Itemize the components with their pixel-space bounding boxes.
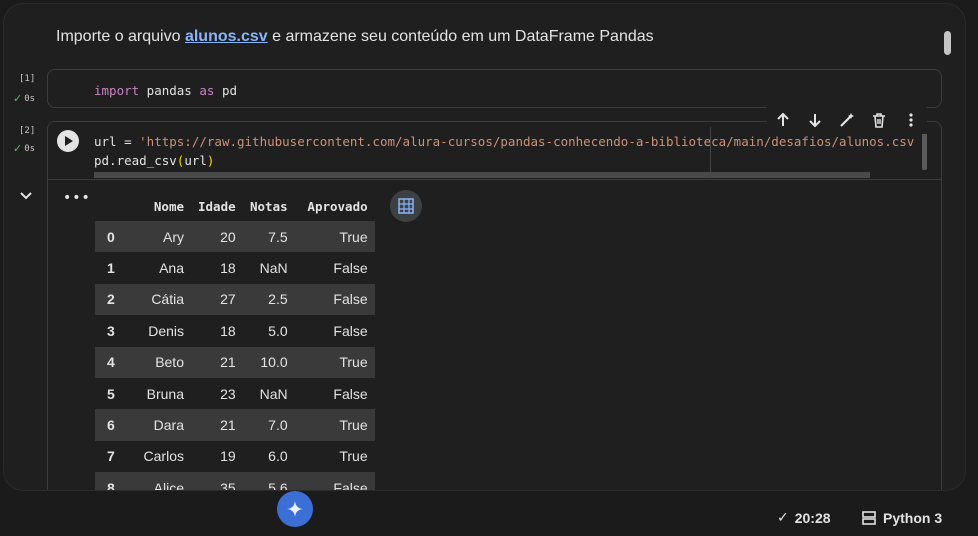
table-cell: 2.5 — [242, 283, 295, 316]
column-header — [95, 191, 131, 221]
table-row: 6 Dara 21 7.0 True — [95, 409, 375, 441]
server-icon — [862, 511, 876, 525]
table-cell: 27 — [191, 283, 243, 316]
table-cell: 18 — [220, 260, 236, 277]
table-cell: 5.0 — [268, 322, 288, 339]
session-status[interactable]: ✓ 20:28 — [777, 510, 831, 526]
trash-icon[interactable] — [869, 110, 889, 130]
table-cell: Beto — [131, 346, 191, 378]
table-cell: Dara — [131, 409, 191, 441]
table-cell: Bruna — [146, 385, 184, 402]
arrow-down-icon[interactable] — [805, 110, 825, 130]
horizontal-scrollbar[interactable] — [94, 172, 870, 178]
table-cell: False — [333, 260, 368, 277]
sparkle-icon — [287, 501, 303, 517]
row-index: 7 — [107, 448, 115, 465]
execution-status: ✓ 0s — [13, 92, 36, 105]
notebook-panel: Importe o arquivo alunos.csv e armazene … — [3, 3, 966, 491]
row-index: 6 — [95, 409, 131, 441]
table-row: 8 Alice 35 5.6 False — [95, 472, 375, 490]
table-cell: Ana — [159, 260, 184, 277]
code-line: url = 'https://raw.githubusercontent.com… — [94, 134, 915, 149]
table-cell: 6.0 — [268, 448, 288, 465]
table-cell: True — [294, 346, 375, 378]
check-icon: ✓ — [777, 510, 789, 526]
table-cell: False — [294, 283, 375, 316]
table-row: 1 Ana 18 NaN False — [95, 252, 375, 283]
table-cell: Cátia — [131, 283, 191, 316]
ruler-line — [710, 127, 711, 177]
table-cell: 21 — [191, 409, 243, 441]
check-icon: ✓ — [13, 92, 23, 105]
table-cell: 5.6 — [242, 472, 295, 490]
row-index: 2 — [95, 283, 131, 316]
table-cell: True — [339, 448, 368, 465]
runtime-status[interactable]: Python 3 — [861, 510, 942, 526]
table-cell: 23 — [220, 385, 236, 402]
dataframe-table: Nome Idade Notas Aprovado 0 Ary 20 7.5 True 1… — [95, 191, 375, 490]
table-row: 5 Bruna 23 NaN False — [95, 378, 375, 409]
column-header: Notas — [250, 198, 288, 214]
markdown-cell-text: Importe o arquivo alunos.csv e armazene … — [56, 28, 654, 45]
column-header: Aprovado — [307, 198, 368, 214]
table-row: 3 Denis 18 5.0 False — [95, 315, 375, 346]
magic-pen-icon[interactable] — [837, 110, 857, 130]
table-cell: Ary — [131, 221, 191, 253]
gemini-button[interactable] — [277, 491, 313, 527]
table-icon — [398, 198, 414, 214]
table-cell: Denis — [148, 322, 184, 339]
row-index: 8 — [95, 472, 131, 490]
execution-status: ✓ 0s — [13, 142, 36, 155]
table-cell: 7.0 — [242, 409, 295, 441]
table-cell: False — [294, 472, 375, 490]
execution-count: [2] — [19, 126, 36, 136]
row-index: 1 — [107, 260, 115, 277]
table-cell: NaN — [259, 385, 288, 402]
table-cell: True — [294, 409, 375, 441]
status-bar — [0, 500, 978, 536]
table-cell: NaN — [259, 260, 288, 277]
table-row: 2 Cátia 27 2.5 False — [95, 283, 375, 316]
row-index: 4 — [95, 346, 131, 378]
table-cell: 19 — [220, 448, 236, 465]
csv-link[interactable]: alunos.csv — [185, 28, 268, 45]
row-index: 3 — [107, 322, 115, 339]
chevron-down-icon[interactable] — [20, 188, 32, 204]
code-line: pd.read_csv(url) — [94, 153, 215, 168]
execution-count: [1] — [19, 74, 36, 84]
table-cell: False — [333, 322, 368, 339]
row-index: 0 — [95, 221, 131, 253]
table-cell: 21 — [191, 346, 243, 378]
vertical-scrollbar[interactable] — [922, 130, 927, 170]
row-index: 5 — [107, 385, 115, 402]
table-row: 7 Carlos 19 6.0 True — [95, 441, 375, 472]
code-cell-1[interactable]: import pandas as pd — [47, 69, 942, 108]
arrow-up-icon[interactable] — [773, 110, 793, 130]
table-cell: Alice — [131, 472, 191, 490]
table-header-row: Nome Idade Notas Aprovado — [95, 191, 375, 221]
table-cell: 18 — [220, 322, 236, 339]
table-row: 4 Beto 21 10.0 True — [95, 346, 375, 378]
run-cell-button[interactable] — [57, 130, 79, 152]
table-cell: 20 — [191, 221, 243, 253]
table-cell: 7.5 — [242, 221, 295, 253]
scrollbar[interactable] — [944, 31, 951, 55]
interactive-table-button[interactable] — [390, 190, 422, 222]
table-cell: False — [333, 385, 368, 402]
code-line: import pandas as pd — [94, 83, 238, 98]
cell-toolbar — [767, 106, 927, 134]
table-cell: True — [294, 221, 375, 253]
column-header: Idade — [198, 198, 236, 214]
table-cell: 35 — [191, 472, 243, 490]
output-actions-button[interactable]: ••• — [63, 190, 91, 206]
more-vert-icon[interactable] — [901, 110, 921, 130]
play-icon — [65, 136, 73, 146]
column-header: Nome — [153, 198, 184, 214]
check-icon: ✓ — [13, 142, 23, 155]
table-row: 0 Ary 20 7.5 True — [95, 221, 375, 253]
table-cell: 10.0 — [242, 346, 295, 378]
table-cell: Carlos — [143, 448, 184, 465]
